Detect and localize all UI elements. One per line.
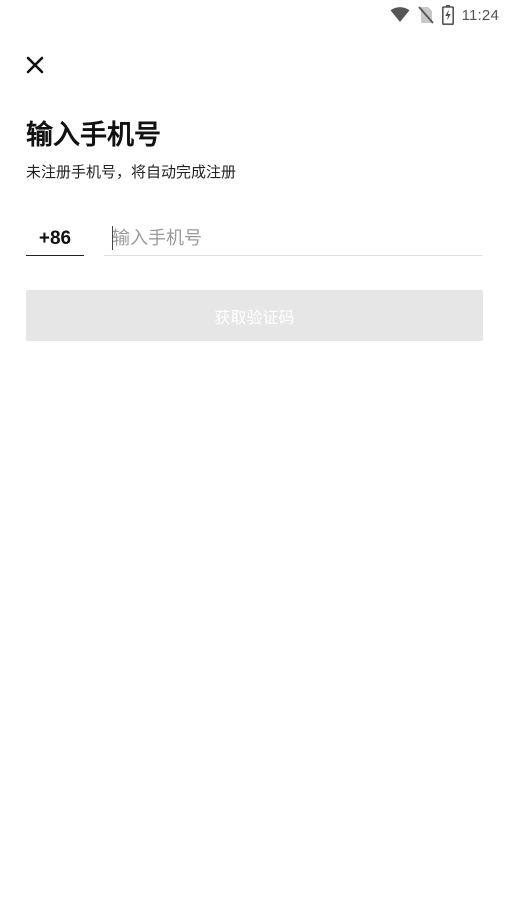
close-button[interactable] [22,54,48,80]
battery-charging-icon [441,5,454,25]
country-code-selector[interactable]: +86 [26,224,84,256]
get-code-button[interactable]: 获取验证码 [26,290,483,341]
text-caret [112,226,113,250]
wifi-icon [390,7,410,23]
page-subtitle: 未注册手机号，将自动完成注册 [26,163,237,181]
phone-field [104,222,483,256]
status-time: 11:24 [461,6,499,24]
phone-input[interactable] [112,222,472,255]
status-bar: 11:24 [0,0,509,30]
close-icon [26,56,44,78]
page-title: 输入手机号 [26,120,161,151]
status-icons: 11:24 [390,4,499,26]
no-sim-icon [417,6,434,24]
